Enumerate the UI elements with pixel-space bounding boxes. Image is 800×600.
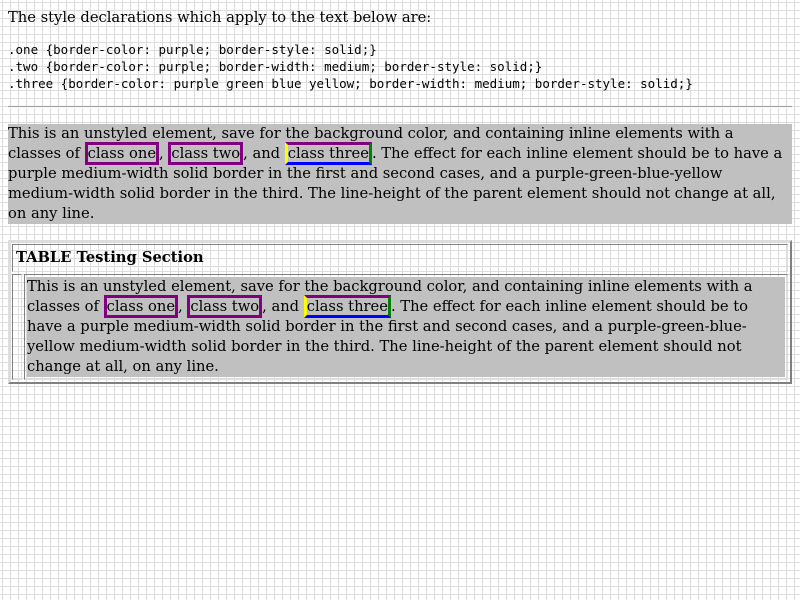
intro-text: The style declarations which apply to th…: [8, 9, 432, 26]
style-declarations: .one {border-color: purple; border-style…: [8, 42, 792, 93]
class-two-span: class two: [187, 295, 263, 319]
class-two-span: class two: [168, 142, 244, 166]
class-one-span: class one: [103, 295, 179, 319]
paragraph-separator: ,: [178, 298, 188, 316]
table-content-row: This is an unstyled element, save for th…: [12, 274, 788, 381]
class-three-span: class three: [303, 295, 391, 319]
style-rule-one: .one {border-color: purple; border-style…: [8, 41, 377, 57]
table-header-row: TABLE Testing Section: [12, 244, 788, 273]
divider: [8, 106, 792, 109]
paragraph-separator: ,: [159, 145, 169, 163]
paragraph-separator: , and: [262, 298, 304, 316]
table-spacer-cell: [12, 274, 22, 381]
style-rule-two: .two {border-color: purple; border-width…: [8, 58, 543, 74]
test-table: TABLE Testing Section This is an unstyle…: [8, 240, 792, 385]
table-header: TABLE Testing Section: [12, 244, 788, 273]
style-rule-three: .three {border-color: purple green blue …: [8, 75, 693, 91]
class-one-span: class one: [84, 142, 160, 166]
table-content-cell: This is an unstyled element, save for th…: [24, 274, 788, 381]
paragraph-separator: , and: [243, 145, 285, 163]
class-three-span: class three: [284, 142, 372, 166]
test-paragraph: This is an unstyled element, save for th…: [8, 124, 792, 225]
table-test-paragraph: This is an unstyled element, save for th…: [27, 277, 785, 378]
